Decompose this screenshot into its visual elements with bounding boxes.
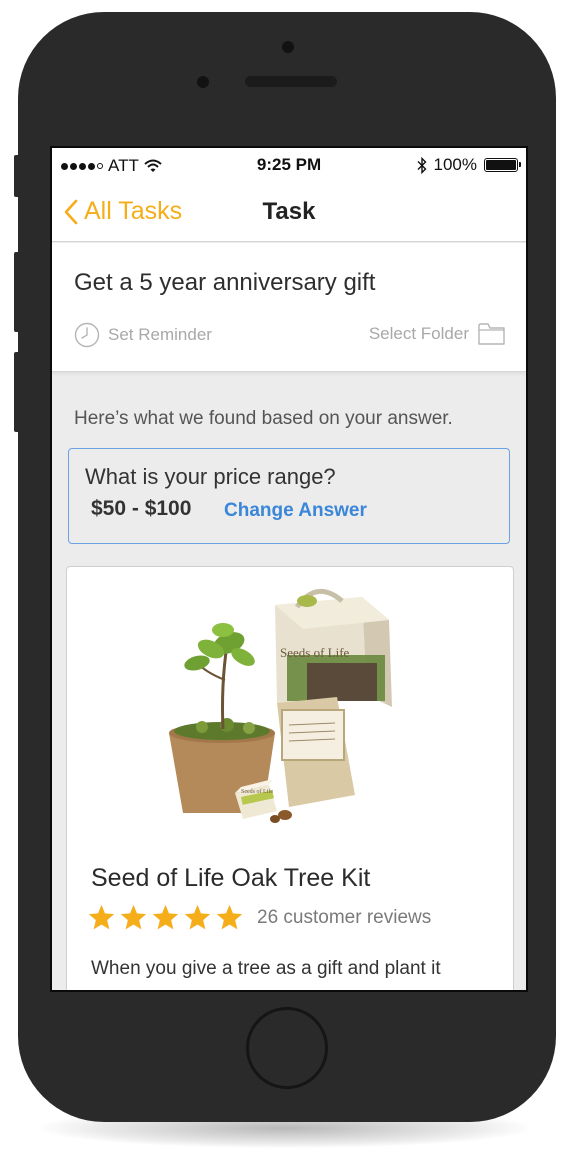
- folder-icon: [478, 323, 505, 345]
- status-bar: ATT 9:25 PM 100%: [52, 148, 526, 184]
- battery-icon: [484, 158, 521, 172]
- star-icon: [120, 904, 147, 930]
- star-icon: [152, 904, 179, 930]
- reviews-count-link[interactable]: 26 customer reviews: [257, 907, 431, 929]
- product-description: When you give a tree as a gift and plant…: [91, 958, 441, 979]
- star-icon: [184, 904, 211, 930]
- product-name[interactable]: Seed of Life Oak Tree Kit: [91, 864, 370, 893]
- price-range-answer-box: What is your price range? $50 - $100 Cha…: [68, 448, 510, 544]
- battery-percent: 100%: [433, 155, 477, 174]
- product-card[interactable]: Seeds of Life Seeds of Life Seed of Life…: [66, 566, 514, 990]
- phone-screen: ATT 9:25 PM 100% All Tasks Task Get a 5 …: [50, 146, 528, 992]
- proximity-sensor: [282, 41, 294, 53]
- rating-row: 26 customer reviews: [87, 903, 431, 932]
- back-button[interactable]: All Tasks: [62, 197, 182, 226]
- question-text: What is your price range?: [85, 464, 336, 489]
- home-button[interactable]: [246, 1007, 328, 1089]
- bluetooth-icon: [417, 156, 427, 174]
- front-camera: [197, 76, 209, 88]
- clock-icon: [74, 322, 100, 348]
- set-reminder-label: Set Reminder: [108, 325, 212, 344]
- earpiece-speaker: [245, 76, 337, 87]
- chevron-left-icon: [64, 199, 78, 224]
- select-folder-button[interactable]: Select Folder: [369, 322, 505, 345]
- select-folder-label: Select Folder: [368, 323, 469, 343]
- status-right: 100%: [417, 155, 521, 175]
- back-button-label: All Tasks: [84, 197, 183, 225]
- product-image[interactable]: Seeds of Life Seeds of Life: [157, 585, 419, 825]
- change-answer-link[interactable]: Change Answer: [224, 500, 367, 522]
- star-icon: [88, 904, 115, 930]
- selected-answer: $50 - $100: [91, 497, 192, 520]
- cube-label-text: Seeds of Life: [241, 788, 273, 795]
- set-reminder-button[interactable]: Set Reminder: [74, 322, 212, 348]
- results-intro-text: Here’s what we found based on your answe…: [74, 408, 453, 429]
- box-brand-text: Seeds of Life: [280, 645, 350, 660]
- task-title[interactable]: Get a 5 year anniversary gift: [74, 269, 375, 297]
- task-card: Get a 5 year anniversary gift Set Remind…: [52, 243, 526, 372]
- star-icon: [216, 904, 243, 930]
- navigation-bar: All Tasks Task: [52, 184, 526, 242]
